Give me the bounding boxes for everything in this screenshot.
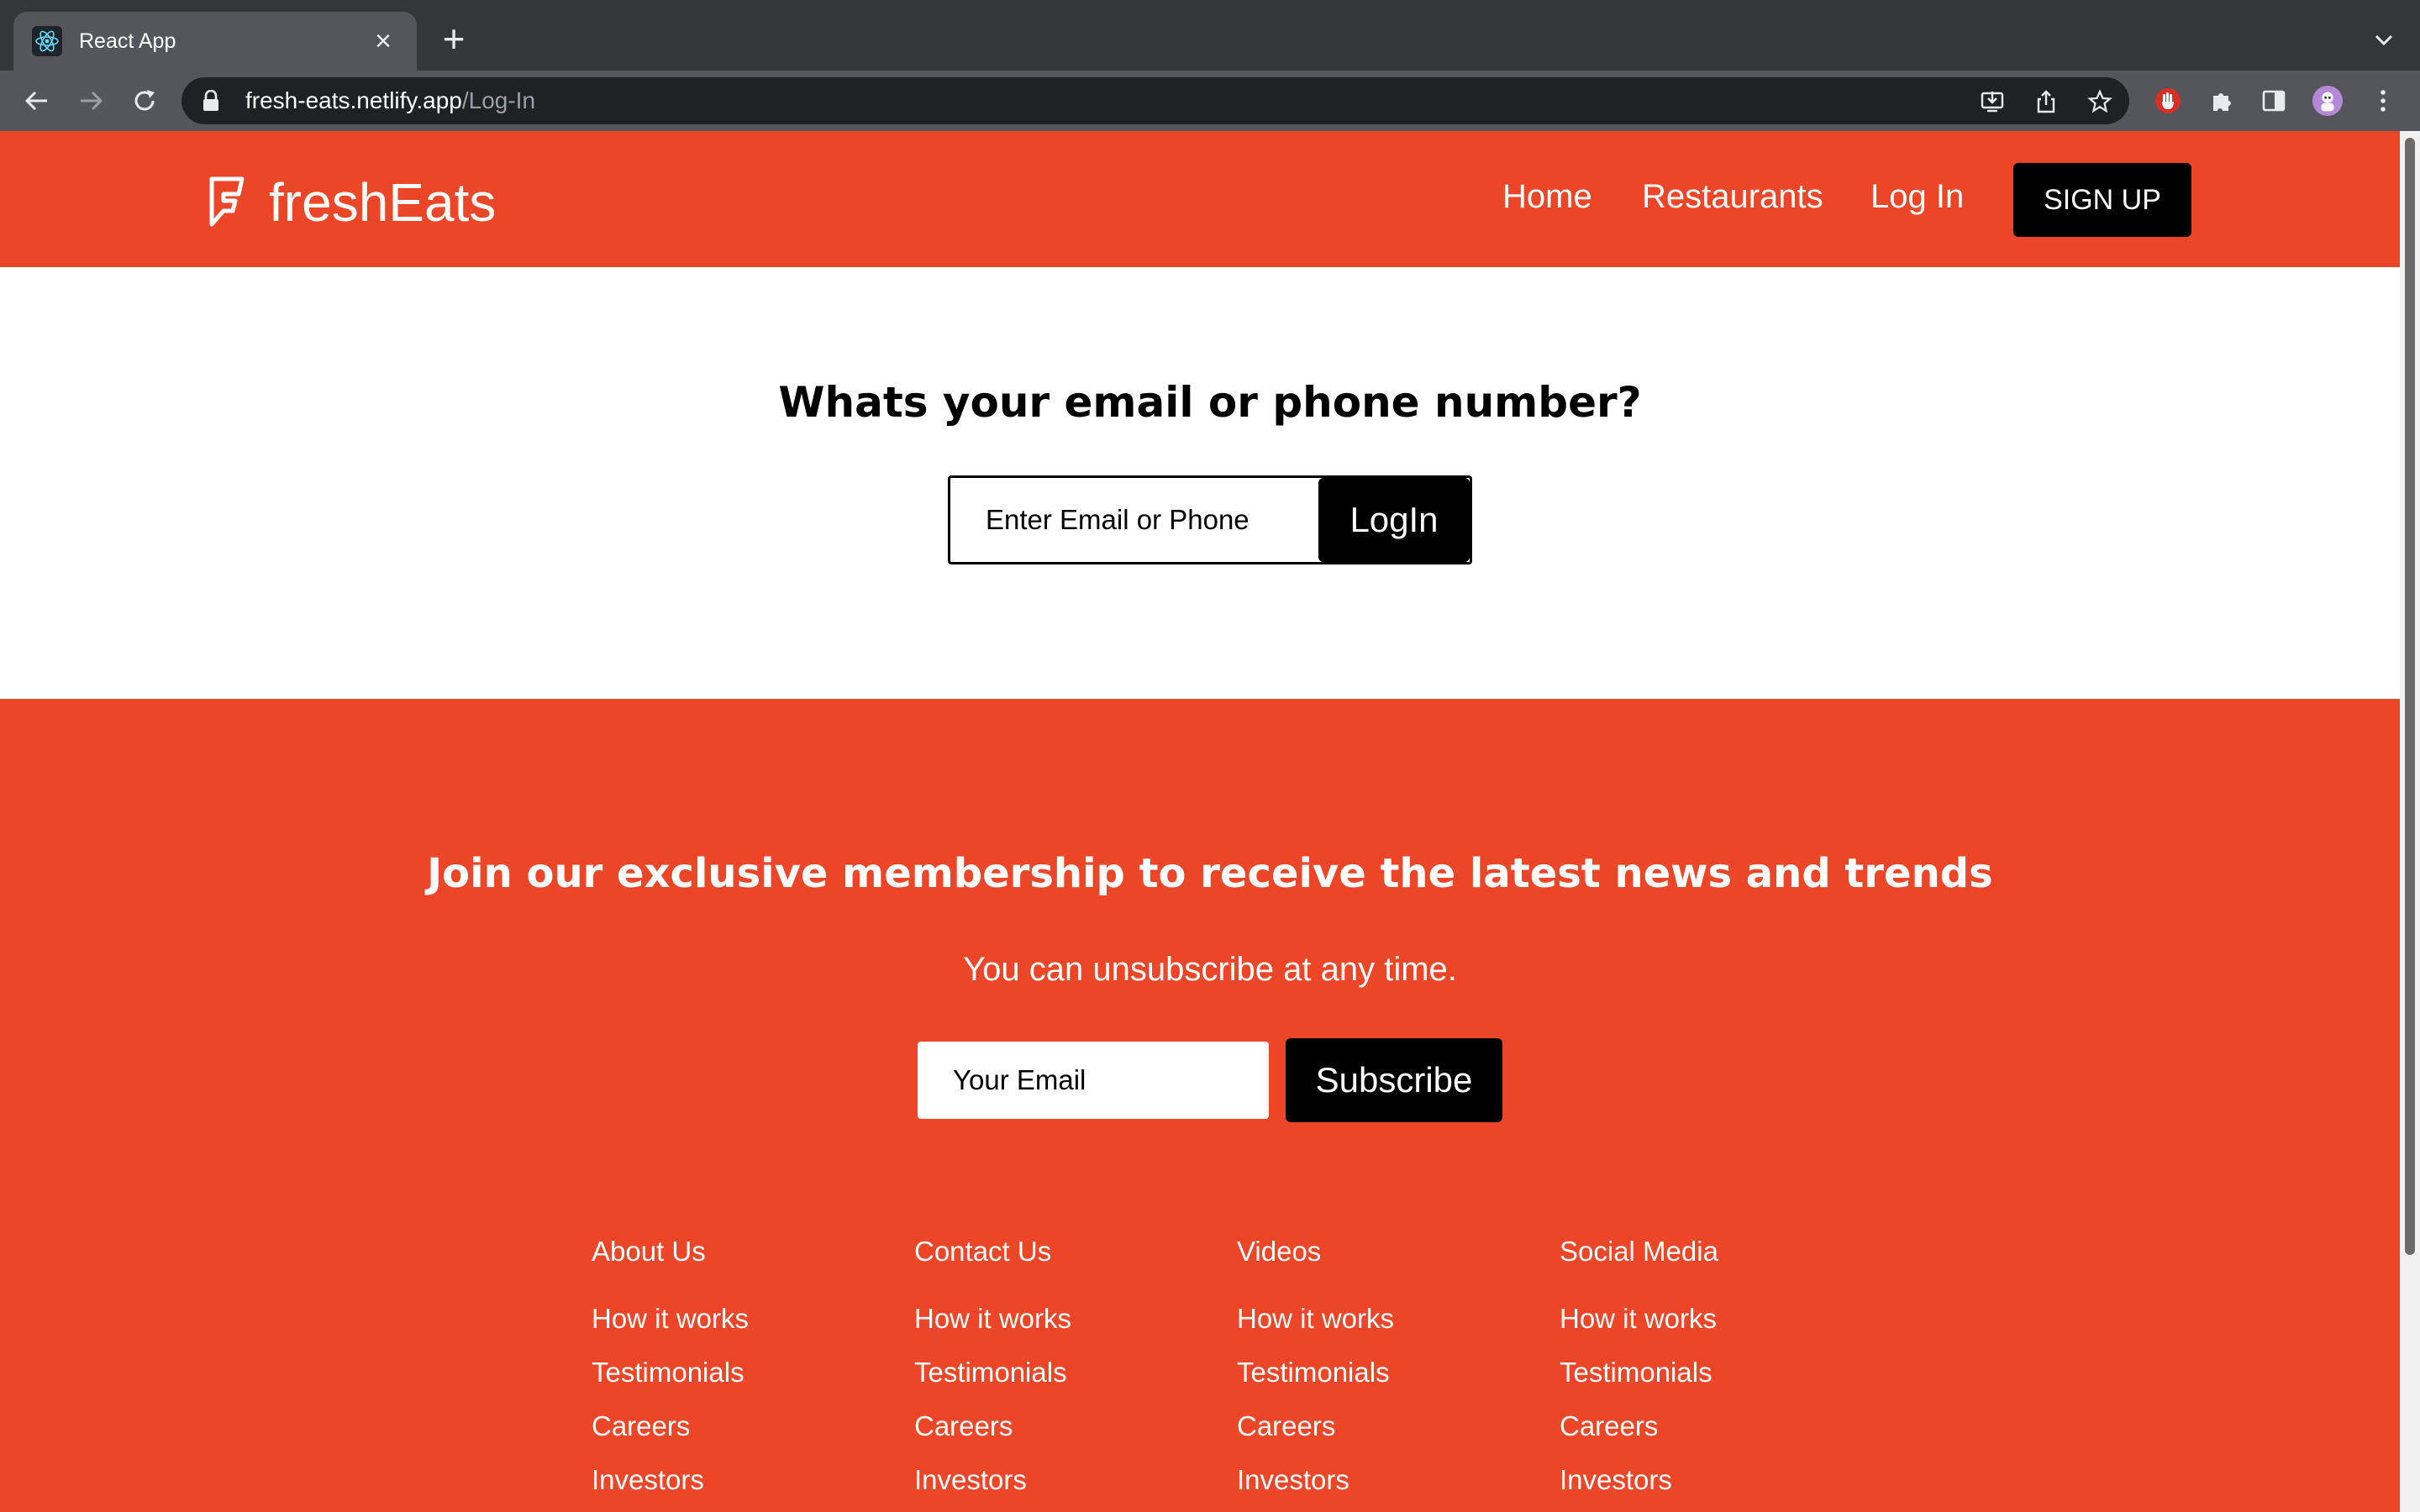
login-heading: Whats your email or phone number? [778,378,1642,427]
footer-column-videos: Videos How it works Testimonials Careers… [1237,1233,1539,1512]
footer-column-contact-us: Contact Us How it works Testimonials Car… [914,1233,1217,1512]
login-button[interactable]: LogIn [1318,478,1470,562]
browser-tabstrip: React App × + [0,0,2420,71]
footer-link[interactable]: Careers [1237,1408,1539,1462]
nav-restaurants-link[interactable]: Restaurants [1642,178,1823,216]
star-icon[interactable] [2086,87,2114,116]
email-or-phone-input[interactable] [950,478,1320,562]
footer-link[interactable]: Careers [914,1408,1217,1462]
footer-link[interactable]: How it works [592,1300,894,1354]
newsletter-email-input[interactable] [918,1042,1269,1119]
nav-login-link[interactable]: Log In [1870,178,1964,216]
chevron-down-icon[interactable] [2373,29,2395,50]
puzzle-icon[interactable] [2207,86,2237,116]
footer-link[interactable]: Careers [1560,1408,1862,1462]
extension-red-hand-icon[interactable] [2153,86,2183,116]
footer-column-social-media: Social Media How it works Testimonials C… [1560,1233,1862,1512]
lock-icon[interactable] [202,90,220,112]
footer-column-title: Contact Us [914,1236,1052,1267]
address-bar[interactable]: fresh-eats.netlify.app/Log-In [182,77,2129,124]
footer-link[interactable]: Testimonials [1237,1354,1539,1408]
footer-link[interactable]: Testimonials [914,1354,1217,1408]
plus-icon[interactable]: + [437,19,471,58]
browser-tab[interactable]: React App × [13,12,417,71]
url-path: /Log-In [461,87,536,113]
logo-text: freshEats [269,172,497,233]
kebab-menu-icon[interactable] [2368,86,2398,116]
footer-link[interactable]: How it works [914,1300,1217,1354]
install-icon[interactable] [1978,87,2007,116]
newsletter-subheading: You can unsubscribe at any time. [963,951,1457,988]
footer-link[interactable]: Investors [592,1462,894,1512]
side-panel-icon[interactable] [2259,86,2289,116]
footer-column-about-us: About Us How it works Testimonials Caree… [592,1233,894,1512]
react-favicon [32,26,62,56]
foursquare-logo-icon [209,176,245,227]
footer-link[interactable]: Careers [592,1408,894,1462]
close-icon[interactable]: × [368,26,398,56]
logo[interactable]: freshEats [207,171,496,234]
login-form: LogIn [948,475,1472,564]
reload-icon[interactable] [128,84,161,118]
url-host: fresh-eats.netlify.app [245,87,462,113]
profile-avatar[interactable] [2312,86,2343,116]
footer-link[interactable]: How it works [1237,1300,1539,1354]
forward-arrow-icon[interactable] [74,84,108,118]
login-section: Whats your email or phone number? LogIn [0,267,2400,699]
back-arrow-icon[interactable] [20,84,54,118]
site-footer: Join our exclusive membership to receive… [0,699,2400,1512]
tab-title: React App [79,29,176,53]
footer-column-title: Videos [1237,1236,1322,1267]
nav-home-link[interactable]: Home [1502,178,1592,216]
page-scrollbar-thumb[interactable] [2405,138,2415,1255]
footer-link[interactable]: How it works [1560,1300,1862,1354]
newsletter-heading: Join our exclusive membership to receive… [427,850,1993,897]
footer-column-title: About Us [592,1236,706,1267]
subscribe-button[interactable]: Subscribe [1286,1038,1502,1122]
sign-up-button[interactable]: SIGN UP [2013,163,2191,237]
footer-link[interactable]: Investors [1560,1462,1862,1512]
footer-column-title: Social Media [1560,1236,1718,1267]
site-header: freshEats Home Restaurants Log In SIGN U… [0,131,2400,267]
footer-link[interactable]: Testimonials [1560,1354,1862,1408]
footer-link[interactable]: Investors [1237,1462,1539,1512]
share-icon[interactable] [2032,87,2060,116]
footer-link[interactable]: Investors [914,1462,1217,1512]
footer-link[interactable]: Testimonials [592,1354,894,1408]
